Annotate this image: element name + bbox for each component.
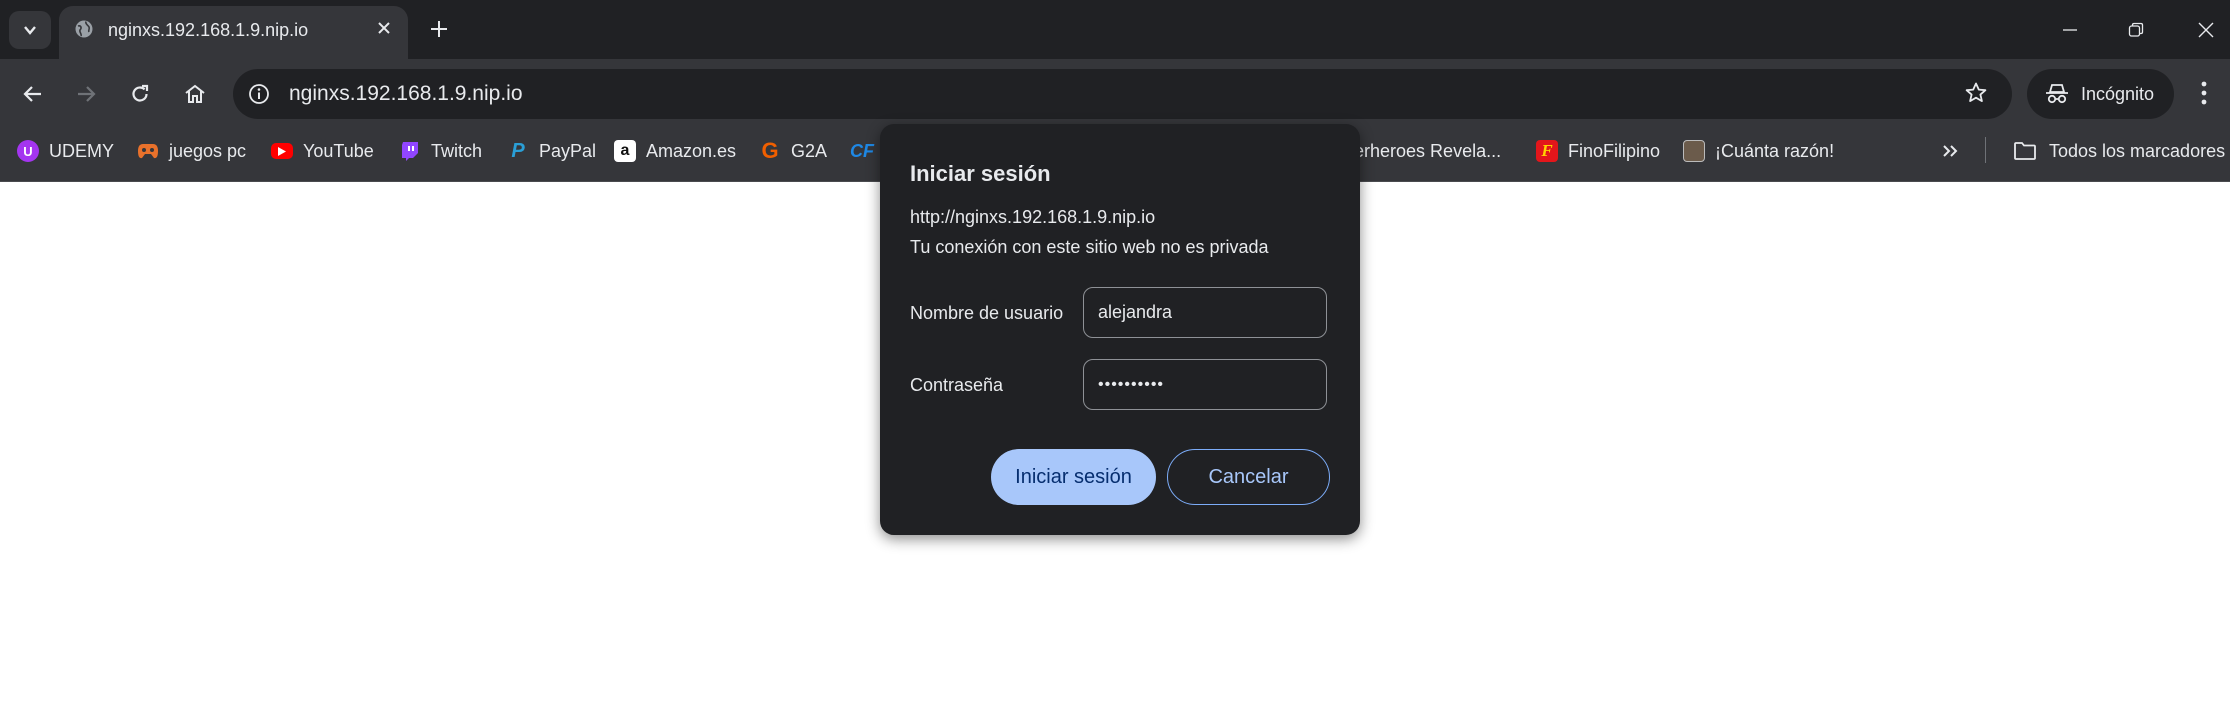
restore-button[interactable]	[2116, 14, 2156, 46]
more-menu-icon[interactable]	[2200, 80, 2208, 106]
bookmark-label: FinoFilipino	[1568, 140, 1661, 161]
cf-icon: CF	[850, 140, 874, 161]
gamepad-icon	[137, 140, 159, 162]
twitch-icon	[399, 140, 421, 162]
reload-icon	[132, 84, 149, 102]
globe-icon	[75, 20, 93, 38]
cuanta-razon-icon	[1683, 140, 1705, 162]
all-bookmarks-label: Todos los marcadores	[2049, 140, 2226, 161]
chevron-down-icon	[24, 26, 36, 35]
bookmarks-divider	[1985, 137, 1986, 163]
dialog-title: Iniciar sesión	[910, 161, 1051, 186]
bookmark-finofilipino[interactable]: F FinoFilipino	[1536, 138, 1660, 164]
bookmark-udemy[interactable]: U UDEMY	[17, 138, 114, 164]
more-bookmarks-button[interactable]	[1941, 138, 1959, 164]
bookmark-twitch[interactable]: Twitch	[399, 138, 482, 164]
incognito-label: Incógnito	[2081, 83, 2155, 104]
reload-button[interactable]	[120, 78, 160, 110]
bookmark-label: PayPal	[539, 140, 597, 161]
udemy-icon: U	[17, 140, 39, 162]
bookmark-cuanta-razon[interactable]: ¡Cuánta razón!	[1683, 138, 1834, 164]
double-chevron-right-icon	[1943, 145, 1958, 157]
username-label: Nombre de usuario	[910, 303, 1064, 323]
tab-search-button[interactable]	[9, 11, 51, 49]
incognito-indicator[interactable]: Incógnito	[2027, 69, 2174, 119]
bookmark-label: UDEMY	[49, 140, 115, 161]
username-field[interactable]	[1083, 287, 1327, 338]
url-text[interactable]: nginxs.192.168.1.9.nip.io	[289, 82, 523, 106]
youtube-icon	[271, 143, 293, 159]
bookmark-label: Amazon.es	[646, 140, 737, 161]
cancel-button[interactable]: Cancelar	[1167, 449, 1330, 505]
bookmark-label: YouTube	[303, 140, 374, 161]
tab-close-button[interactable]	[372, 16, 396, 40]
site-info-icon[interactable]	[248, 83, 270, 105]
close-icon	[378, 22, 390, 34]
bookmark-youtube[interactable]: YouTube	[271, 138, 374, 164]
home-icon	[185, 84, 205, 103]
arrow-left-icon	[23, 86, 41, 102]
star-icon[interactable]	[1964, 81, 1988, 105]
back-button[interactable]	[13, 78, 53, 110]
password-field[interactable]: ••••••••••	[1083, 359, 1327, 410]
bookmark-label: perheroes Revela...	[1344, 140, 1502, 161]
incognito-icon	[2046, 84, 2068, 104]
sign-in-button[interactable]: Iniciar sesión	[991, 449, 1156, 505]
arrow-right-icon	[78, 86, 96, 102]
bookmark-amazon[interactable]: a Amazon.es	[614, 138, 736, 164]
all-bookmarks-button[interactable]: Todos los marcadores	[2013, 138, 2225, 164]
new-tab-button[interactable]	[426, 16, 452, 42]
tab-title: nginxs.192.168.1.9.nip.io	[108, 20, 309, 40]
dialog-privacy-warning: Tu conexión con este sitio web no es pri…	[910, 237, 1269, 257]
bookmark-cf[interactable]: CF	[850, 138, 880, 164]
minimize-button[interactable]	[2050, 14, 2090, 46]
bookmark-paypal[interactable]: P PayPal	[507, 138, 596, 164]
close-window-button[interactable]	[2186, 14, 2226, 46]
restore-icon	[2128, 22, 2144, 37]
close-icon	[2198, 22, 2214, 38]
finofilipino-icon: F	[1536, 140, 1558, 162]
amazon-icon: a	[614, 140, 636, 162]
bookmark-superheroes[interactable]: perheroes Revela...	[1344, 138, 1501, 164]
bookmark-label: G2A	[791, 140, 828, 161]
home-button[interactable]	[175, 78, 215, 110]
forward-button[interactable]	[66, 78, 106, 110]
bookmark-label: juegos pc	[169, 140, 247, 161]
bookmark-juegos-pc[interactable]: juegos pc	[137, 138, 246, 164]
minimize-icon	[2063, 29, 2077, 31]
g2a-icon: G	[761, 138, 779, 163]
bookmark-g2a[interactable]: G G2A	[759, 138, 827, 164]
bookmark-label: ¡Cuánta razón!	[1715, 140, 1835, 161]
password-label: Contraseña	[910, 375, 1004, 395]
paypal-icon: P	[511, 139, 525, 162]
dialog-site-url: http://nginxs.192.168.1.9.nip.io	[910, 207, 1156, 227]
plus-icon	[431, 21, 447, 37]
folder-icon	[2014, 142, 2036, 160]
bookmark-label: Twitch	[431, 140, 483, 161]
